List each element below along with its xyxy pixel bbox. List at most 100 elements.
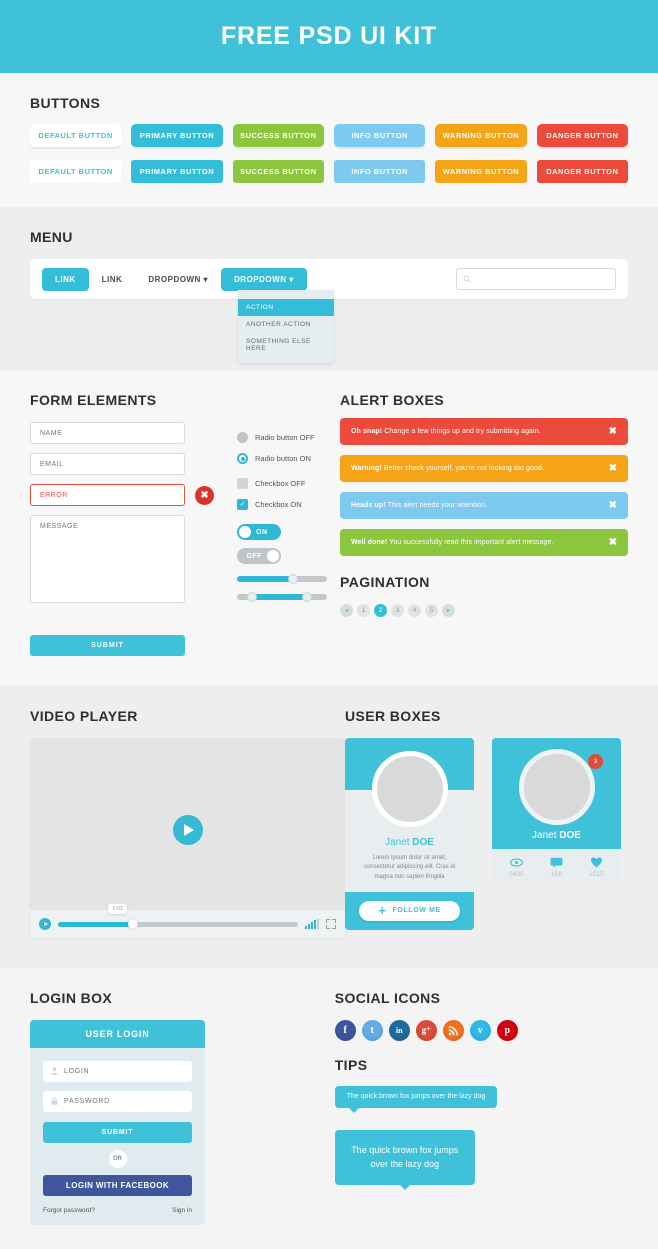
- slider-single-knob[interactable]: [287, 574, 298, 584]
- default-button[interactable]: DEFAULT BUTTON: [30, 124, 122, 147]
- slider-range-knob-high[interactable]: [302, 592, 313, 602]
- slider-range-fill: [252, 594, 308, 600]
- forgot-password-link[interactable]: Forgot password?: [43, 1207, 95, 1214]
- linkedin-icon[interactable]: in: [388, 1020, 410, 1041]
- error-input[interactable]: [30, 484, 185, 506]
- password-input[interactable]: [64, 1098, 184, 1105]
- warning-button-flat[interactable]: WARNING BUTTON: [435, 160, 527, 183]
- alert-warning-close-icon[interactable]: ✖: [609, 463, 617, 474]
- toggle-on-knob: [239, 526, 251, 538]
- video-progress-knob[interactable]: [127, 918, 138, 929]
- pagination-page-5[interactable]: 5: [425, 604, 438, 617]
- facebook-login-button[interactable]: LOGIN WITH FACEBOOK: [43, 1175, 192, 1196]
- follow-me-button[interactable]: + FOLLOW ME: [359, 900, 460, 921]
- default-button-flat[interactable]: DEFAULT BUTTON: [30, 160, 122, 183]
- alert-success-message: Well done! You successfully read this im…: [351, 539, 554, 546]
- search-icon: [463, 270, 471, 288]
- dropdown-item-something-else[interactable]: SOMETHING ELSE HERE: [238, 333, 334, 357]
- buttons-row-rounded: DEFAULT BUTTON PRIMARY BUTTON SUCCESS BU…: [30, 124, 628, 147]
- lock-icon: [51, 1096, 58, 1107]
- vimeo-icon[interactable]: v: [469, 1020, 491, 1041]
- login-input[interactable]: [64, 1068, 184, 1075]
- login-column: LOGIN BOX USER LOGIN LOGIN SUBMIT OR LOG…: [30, 990, 335, 1225]
- rss-icon[interactable]: [442, 1020, 464, 1041]
- video-progress-track[interactable]: 1:02: [58, 903, 298, 929]
- pagination-prev[interactable]: ◂: [340, 604, 353, 617]
- user-card-detailed: Janet DOE Lorem ipsum dolor sit amet, co…: [345, 738, 474, 930]
- user-card-stats: 3 Janet DOE 5435 156 2515: [492, 738, 621, 883]
- danger-button[interactable]: DANGER BUTTON: [536, 124, 628, 147]
- menu-item-dropdown[interactable]: DROPDOWN ▾: [135, 268, 221, 291]
- name-input[interactable]: [30, 422, 185, 444]
- video-and-users-section: VIDEO PLAYER 1:02 USER BOXES Janet DOE L…: [0, 686, 658, 968]
- alert-danger-close-icon[interactable]: ✖: [609, 426, 617, 437]
- fullscreen-icon[interactable]: [326, 919, 336, 929]
- info-button-flat[interactable]: INFO BUTTON: [333, 160, 426, 183]
- search-input[interactable]: [475, 274, 609, 284]
- pagination-page-3[interactable]: 3: [391, 604, 404, 617]
- facebook-icon[interactable]: f: [334, 1020, 356, 1041]
- message-textarea[interactable]: [30, 515, 185, 603]
- pagination-page-2[interactable]: 2: [374, 604, 387, 617]
- form-submit-button[interactable]: SUBMIT: [30, 635, 185, 656]
- user-card-bio: Lorem ipsum dolor sit amet, consectetur …: [363, 855, 456, 880]
- pagination-page-4[interactable]: 4: [408, 604, 421, 617]
- checkbox-on-row[interactable]: ✓ Checkbox ON: [237, 499, 340, 510]
- sign-in-link[interactable]: Sign in: [172, 1207, 192, 1214]
- alert-success-close-icon[interactable]: ✖: [609, 537, 617, 548]
- radio-on-row[interactable]: Radio button ON: [237, 453, 340, 464]
- slider-single[interactable]: [237, 574, 327, 584]
- stat-likes[interactable]: 2515: [589, 856, 604, 878]
- googleplus-icon[interactable]: g⁺: [415, 1020, 437, 1041]
- twitter-icon[interactable]: t: [361, 1020, 383, 1041]
- menu-item-link[interactable]: LINK: [89, 268, 136, 291]
- email-input[interactable]: [30, 453, 185, 475]
- toggle-on-label: ON: [256, 528, 268, 536]
- user-card-stats-banner: 3 Janet DOE: [492, 738, 621, 849]
- stat-views[interactable]: 5435: [509, 856, 524, 878]
- play-small-icon[interactable]: [39, 918, 51, 930]
- checkbox-off-row[interactable]: Checkbox OFF: [237, 478, 340, 489]
- login-box-header: USER LOGIN: [30, 1020, 205, 1048]
- menu-item-link-active[interactable]: LINK: [42, 267, 89, 291]
- alert-info-close-icon[interactable]: ✖: [609, 500, 617, 511]
- volume-icon[interactable]: [305, 919, 319, 929]
- menu-search[interactable]: [456, 268, 616, 290]
- or-divider: OR: [43, 1150, 192, 1168]
- alert-danger-strong: Oh snap!: [351, 428, 383, 435]
- notification-badge[interactable]: 3: [588, 754, 603, 769]
- pinterest-icon[interactable]: p: [496, 1020, 518, 1041]
- radio-off-row[interactable]: Radio button OFF: [237, 432, 340, 443]
- danger-button-flat[interactable]: DANGER BUTTON: [536, 160, 628, 183]
- pagination-page-1[interactable]: 1: [357, 604, 370, 617]
- primary-button-flat[interactable]: PRIMARY BUTTON: [131, 160, 223, 183]
- form-controls: Radio button OFF Radio button ON Checkbo…: [220, 422, 340, 656]
- login-field[interactable]: [43, 1061, 192, 1082]
- user-last-name: DOE: [412, 837, 434, 848]
- pagination-next[interactable]: ▸: [442, 604, 455, 617]
- play-icon[interactable]: [172, 815, 203, 845]
- primary-button[interactable]: PRIMARY BUTTON: [131, 124, 223, 147]
- warning-button[interactable]: WARNING BUTTON: [435, 124, 527, 147]
- checkbox-on-icon[interactable]: ✓: [237, 499, 248, 510]
- radio-off-icon[interactable]: [237, 432, 248, 443]
- login-submit-button[interactable]: SUBMIT: [43, 1122, 192, 1143]
- password-field[interactable]: [43, 1091, 192, 1112]
- success-button-flat[interactable]: SUCCESS BUTTON: [232, 160, 324, 183]
- success-button[interactable]: SUCCESS BUTTON: [232, 124, 324, 147]
- toggle-off[interactable]: OFF: [237, 548, 281, 564]
- alert-warning-strong: Warning!: [351, 465, 382, 472]
- menu-item-dropdown-open[interactable]: DROPDOWN ▾: [221, 267, 307, 291]
- dropdown-item-another-action[interactable]: ANOTHER ACTION: [238, 316, 334, 333]
- checkbox-off-icon[interactable]: [237, 478, 248, 489]
- error-close-icon[interactable]: ✖: [195, 485, 214, 505]
- toggle-on[interactable]: ON: [237, 524, 281, 540]
- stat-comments[interactable]: 156: [550, 856, 563, 878]
- avatar: [518, 749, 595, 825]
- dropdown-item-action[interactable]: ACTION: [238, 299, 334, 316]
- radio-on-icon[interactable]: [237, 453, 248, 464]
- slider-range-knob-low[interactable]: [247, 592, 258, 602]
- info-button[interactable]: INFO BUTTON: [333, 124, 426, 147]
- video-player[interactable]: 1:02: [30, 738, 345, 938]
- slider-range[interactable]: [237, 592, 327, 602]
